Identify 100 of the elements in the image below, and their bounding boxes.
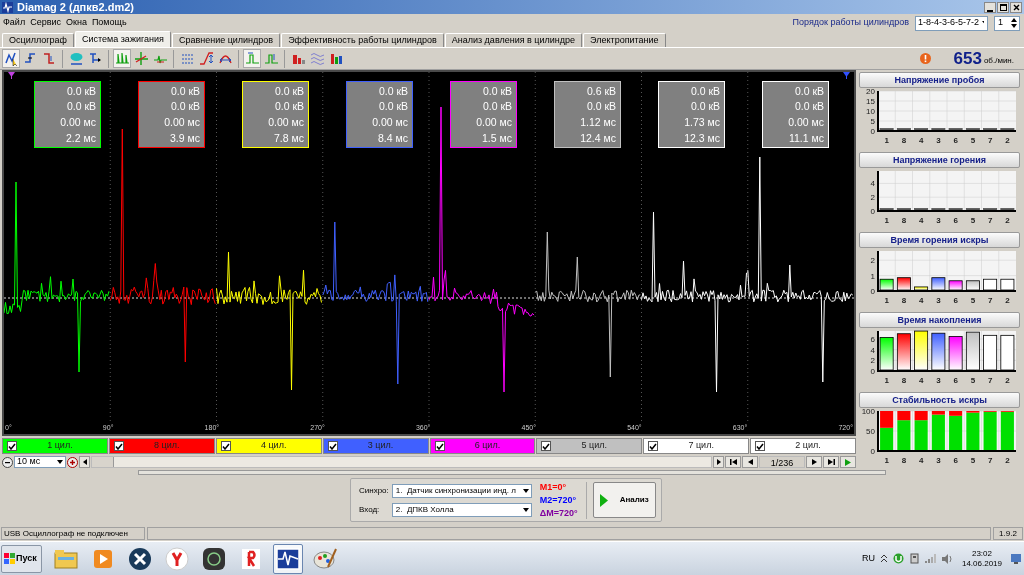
axis-tick-label: 7 bbox=[987, 376, 993, 385]
next-frame-button[interactable] bbox=[806, 456, 822, 468]
volume-icon[interactable] bbox=[941, 553, 953, 564]
show-desktop-icon[interactable] bbox=[1011, 553, 1021, 564]
bar bbox=[983, 208, 998, 211]
zoom-out-icon[interactable] bbox=[2, 456, 13, 468]
timebase-select[interactable]: 10 мс bbox=[14, 456, 66, 468]
first-frame-button[interactable] bbox=[725, 456, 741, 468]
channel-chip[interactable]: 1 цил. bbox=[2, 438, 108, 454]
device-icon[interactable] bbox=[909, 553, 919, 564]
skip-back-icon bbox=[729, 459, 737, 465]
bar bbox=[896, 333, 911, 371]
axis-tick-label: 20 bbox=[866, 88, 875, 96]
channel-chip[interactable]: 7 цил. bbox=[643, 438, 750, 454]
checkbox[interactable] bbox=[434, 441, 445, 451]
menu-item[interactable]: Помощь bbox=[91, 16, 127, 30]
axis-tick-label: 100 bbox=[861, 408, 875, 416]
menu-item[interactable]: Файл bbox=[3, 16, 26, 30]
axis-tick-label: 4 bbox=[918, 136, 924, 145]
input-select[interactable]: 2. ДПКВ Холла bbox=[391, 502, 532, 517]
channel-chip[interactable]: 6 цил. bbox=[429, 438, 536, 454]
axis-tick-label: 2 bbox=[1005, 296, 1010, 305]
bar bbox=[914, 330, 929, 371]
checkbox[interactable] bbox=[113, 441, 124, 451]
bar bbox=[896, 277, 911, 291]
horizontal-scrollbar[interactable] bbox=[91, 456, 712, 468]
measurement-value: 0.0 кВ bbox=[274, 85, 304, 97]
axis-tick-label: 1 bbox=[884, 376, 889, 385]
menu-item[interactable]: Сервис bbox=[30, 16, 61, 30]
chevron-icon[interactable] bbox=[880, 555, 887, 562]
bar bbox=[983, 128, 998, 131]
maximize-button[interactable] bbox=[997, 1, 1009, 13]
bar bbox=[931, 128, 946, 131]
checkbox[interactable] bbox=[541, 441, 552, 451]
app-icon bbox=[2, 1, 13, 13]
waveform-app-icon[interactable] bbox=[273, 543, 303, 574]
play-icon bbox=[599, 493, 608, 507]
analyze-button[interactable]: Анализ bbox=[592, 482, 656, 518]
cylinder-spinner[interactable]: 1 bbox=[994, 15, 1020, 31]
ramp-icon[interactable] bbox=[197, 49, 215, 68]
language-indicator[interactable]: RU bbox=[861, 551, 875, 566]
checkbox[interactable] bbox=[220, 441, 231, 451]
cursor-icon[interactable] bbox=[2, 49, 20, 68]
sync-select[interactable]: 1. Датчик синхронизации инд. л bbox=[391, 483, 532, 498]
measurement-value: 0.0 кВ bbox=[66, 101, 96, 112]
cross-waveform-icon[interactable] bbox=[132, 49, 150, 68]
bar bbox=[914, 128, 929, 131]
bar bbox=[948, 208, 963, 211]
checkbox[interactable] bbox=[7, 441, 17, 451]
axis-tick-label: 5 bbox=[970, 296, 976, 305]
checkbox[interactable] bbox=[648, 441, 659, 451]
right-arrow-icon bbox=[716, 459, 721, 465]
measurement-value: 0.00 мс bbox=[60, 117, 96, 128]
bar bbox=[879, 337, 894, 371]
cylinder-order-select[interactable]: 1-8-4-3-6-5-7-2 bbox=[915, 15, 988, 31]
tab[interactable]: Эффективность работы цилиндров bbox=[281, 33, 444, 47]
bar bbox=[879, 128, 894, 131]
channel-chip[interactable]: 5 цил. bbox=[536, 438, 643, 454]
axis-tick-label: 8 bbox=[901, 376, 907, 385]
tray-app-icon[interactable] bbox=[892, 553, 904, 564]
minimize-button[interactable] bbox=[984, 1, 996, 13]
chart-title: Напряжение пробоя bbox=[859, 72, 1020, 88]
caret-icon bbox=[522, 507, 529, 512]
scroll-left-button[interactable] bbox=[79, 456, 90, 468]
axis-tick-label: 0 bbox=[870, 207, 875, 216]
last-frame-button[interactable] bbox=[823, 456, 839, 468]
axis-tick-label: 8 bbox=[901, 456, 907, 465]
checkbox[interactable] bbox=[327, 441, 338, 451]
time-marker-icon[interactable] bbox=[243, 49, 261, 68]
close-button[interactable] bbox=[1010, 1, 1022, 13]
previous-frame-button[interactable] bbox=[742, 456, 758, 468]
signal-icon[interactable] bbox=[924, 554, 936, 563]
clock-date[interactable]: 14.06.2019 bbox=[961, 558, 1002, 569]
checkbox[interactable] bbox=[755, 441, 766, 451]
channel-chip[interactable]: 2 цил. bbox=[750, 438, 856, 454]
spikes-icon[interactable] bbox=[113, 49, 131, 68]
tab[interactable]: Анализ давления в цилиндре bbox=[444, 33, 583, 47]
bar bbox=[880, 427, 894, 451]
marker-reading: M1=0° bbox=[539, 481, 568, 493]
zoom-in-icon[interactable] bbox=[67, 456, 78, 468]
tab[interactable]: Система зажигания bbox=[75, 31, 171, 47]
measurement-value: 1.12 мс bbox=[580, 117, 616, 128]
axis-tick-label: 6 bbox=[953, 216, 958, 225]
channel-chip[interactable]: 8 цил. bbox=[108, 438, 215, 454]
tab[interactable]: Осциллограф bbox=[2, 33, 74, 47]
splitter-handle[interactable] bbox=[138, 470, 886, 475]
left-arrow-icon bbox=[747, 459, 753, 465]
bar bbox=[1000, 208, 1015, 211]
measurement-value: 0.0 кВ bbox=[482, 85, 512, 97]
tab[interactable]: Электропитание bbox=[583, 33, 666, 47]
menu-item[interactable]: Окна bbox=[65, 16, 87, 30]
scroll-right-button[interactable] bbox=[713, 456, 724, 468]
bar bbox=[880, 411, 894, 428]
clock-time[interactable]: 23:02 bbox=[971, 548, 992, 559]
channel-chip[interactable]: 4 цил. bbox=[215, 438, 322, 454]
axis-tick-label: 0 bbox=[870, 367, 875, 376]
bar bbox=[983, 334, 998, 371]
start-button[interactable]: Пуск bbox=[1, 544, 42, 573]
tab[interactable]: Сравнение цилиндров bbox=[171, 33, 281, 47]
chart-title: Время горения искры bbox=[859, 232, 1020, 248]
